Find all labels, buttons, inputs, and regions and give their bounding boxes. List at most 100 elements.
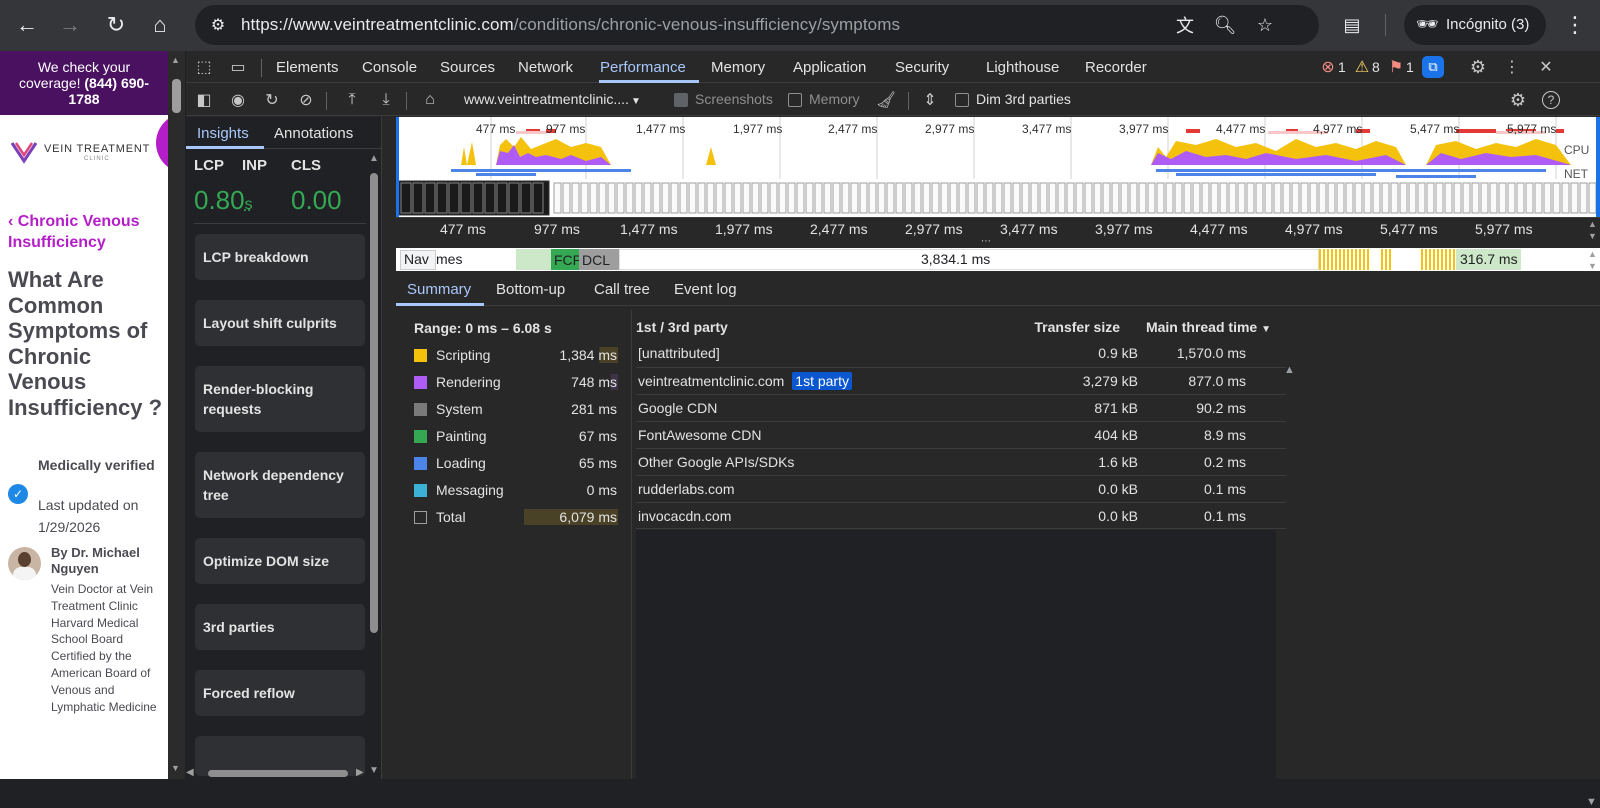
filmstrip-frame[interactable] [496, 182, 508, 214]
filmstrip-frame[interactable] [1246, 182, 1255, 214]
insights-scrollbar[interactable]: ▲ ▼ [367, 153, 381, 779]
column-header-transfer-size[interactable]: Transfer size [1034, 319, 1120, 335]
scroll-down-icon[interactable]: ▼ [1586, 796, 1597, 808]
scroll-down-icon[interactable]: ▼ [1588, 231, 1597, 241]
filmstrip-frame[interactable] [796, 182, 805, 214]
filmstrip-frame[interactable] [670, 182, 679, 214]
tab-insights[interactable]: Insights [197, 125, 249, 142]
filmstrip-frame[interactable] [652, 182, 661, 214]
filmstrip-frame[interactable] [1588, 182, 1597, 214]
filmstrip-frame[interactable] [769, 182, 778, 214]
filmstrip-frame[interactable] [1570, 182, 1579, 214]
nav-label[interactable]: Nav [400, 250, 436, 270]
frames-track[interactable]: FCP DCL 3,834.1 ms 316.7 ms Nav mes [396, 248, 1600, 271]
scroll-up-icon[interactable]: ▲ [1588, 219, 1597, 229]
table-row[interactable]: veintreatmentclinic.com 1st party 3,279 k… [636, 367, 1286, 394]
filmstrip-frame[interactable] [850, 182, 859, 214]
dim-3rd-parties-checkbox[interactable] [955, 93, 969, 107]
filmstrip-frame[interactable] [724, 182, 733, 214]
filmstrip-frame[interactable] [985, 182, 994, 214]
filmstrip-frame[interactable] [958, 182, 967, 214]
filmstrip-frame[interactable] [1390, 182, 1399, 214]
table-row[interactable]: [unattributed] 0.9 kB 1,570.0 ms [636, 340, 1286, 367]
zoom-icon[interactable]: 🔍︎ [1213, 13, 1237, 37]
filmstrip-frame[interactable] [1129, 182, 1138, 214]
filmstrip-frame[interactable] [562, 182, 571, 214]
toggle-sidebar-icon[interactable]: ◧ [194, 90, 214, 110]
filmstrip-frame[interactable] [967, 182, 976, 214]
filmstrip-frame[interactable] [1111, 182, 1120, 214]
filmstrip-frame[interactable] [715, 182, 724, 214]
clear-icon[interactable]: ⊘ [296, 90, 316, 110]
filmstrip-frame[interactable] [931, 182, 940, 214]
scroll-up-icon[interactable]: ▲ [1588, 249, 1597, 259]
garbage-collect-icon[interactable]: 🧹︎ [876, 90, 896, 110]
table-row[interactable]: invocacdn.com 0.0 kB 0.1 ms [636, 502, 1286, 529]
filmstrip-frame[interactable] [1552, 182, 1561, 214]
tab-summary[interactable]: Summary [407, 281, 471, 298]
filmstrip-frame[interactable] [643, 182, 652, 214]
tab-network[interactable]: Network [518, 59, 573, 76]
filmstrip-frame[interactable] [625, 182, 634, 214]
filmstrip-frame[interactable] [1210, 182, 1219, 214]
left-selection-handle[interactable] [396, 117, 399, 217]
filmstrip-frame[interactable] [1138, 182, 1147, 214]
filmstrip-frame[interactable] [1156, 182, 1165, 214]
collapse-tracks-icon[interactable]: ⇕ [920, 90, 940, 110]
filmstrip-frame[interactable] [1039, 182, 1048, 214]
capture-settings-icon[interactable]: ⚙ [1508, 90, 1528, 110]
filmstrip-frame[interactable] [922, 182, 931, 214]
filmstrip-frame[interactable] [1318, 182, 1327, 214]
filmstrip-frame[interactable] [742, 182, 751, 214]
filmstrip-frame[interactable] [1462, 182, 1471, 214]
filmstrip-frame[interactable] [976, 182, 985, 214]
screenshots-checkbox[interactable] [674, 93, 688, 107]
resize-handle-icon[interactable]: ⋯ [981, 236, 991, 247]
filmstrip-frame[interactable] [1255, 182, 1264, 214]
filmstrip-frame[interactable] [1012, 182, 1021, 214]
filmstrip-frame[interactable] [751, 182, 760, 214]
tab-lighthouse[interactable]: Lighthouse [986, 59, 1059, 76]
right-selection-handle[interactable] [1596, 117, 1600, 217]
filmstrip-frame[interactable] [1228, 182, 1237, 214]
address-bar[interactable]: ⚙ https://www.veintreatmentclinic.com/co… [195, 5, 1319, 45]
more-options-icon[interactable]: ⋮ [1502, 57, 1522, 77]
filmstrip-frame[interactable] [1399, 182, 1408, 214]
filmstrip-frame[interactable] [886, 182, 895, 214]
filmstrip-frame[interactable] [1048, 182, 1057, 214]
page-scrollbar[interactable]: ▲ ▼ [168, 51, 185, 779]
tab-console[interactable]: Console [362, 59, 417, 76]
filmstrip-frame[interactable] [1291, 182, 1300, 214]
tab-event-log[interactable]: Event log [674, 281, 737, 298]
insight-lcp-breakdown[interactable]: LCP breakdown [195, 234, 365, 280]
scroll-up-icon[interactable]: ▲ [1284, 364, 1295, 376]
filmstrip-frame[interactable] [1021, 182, 1030, 214]
filmstrip-frame[interactable] [616, 182, 625, 214]
filmstrip-frame[interactable] [1120, 182, 1129, 214]
help-icon[interactable]: ? [1542, 91, 1560, 109]
coverage-banner[interactable]: We check your coverage! (844) 690- 1788 [0, 51, 168, 115]
filmstrip-frame[interactable] [553, 182, 562, 214]
insight-forced-reflow[interactable]: Forced reflow [195, 670, 365, 716]
filmstrip-frame[interactable] [832, 182, 841, 214]
filmstrip-frame[interactable] [661, 182, 670, 214]
filmstrip-frame[interactable] [1174, 182, 1183, 214]
horizontal-scrollbar[interactable]: ◀ ▶ [186, 767, 366, 779]
filmstrip-frame[interactable] [1534, 182, 1543, 214]
filmstrip-frame[interactable] [1237, 182, 1246, 214]
scroll-down-icon[interactable]: ▼ [369, 765, 379, 776]
scrollbar-thumb[interactable] [208, 770, 348, 777]
tab-annotations[interactable]: Annotations [274, 125, 353, 142]
scroll-left-icon[interactable]: ◀ [186, 767, 194, 778]
home-icon[interactable]: ⌂ [420, 90, 440, 110]
scroll-right-icon[interactable]: ▶ [356, 767, 364, 778]
filmstrip-frame[interactable] [697, 182, 706, 214]
filmstrip-frame[interactable] [1192, 182, 1201, 214]
filmstrip-frame[interactable] [1183, 182, 1192, 214]
filmstrip-frame[interactable] [733, 182, 742, 214]
filmstrip-frame[interactable] [1426, 182, 1435, 214]
tab-bottom-up[interactable]: Bottom-up [496, 281, 565, 298]
issues-count[interactable]: 1 [1406, 59, 1414, 75]
filmstrip-frame[interactable] [913, 182, 922, 214]
short-frames[interactable] [1421, 249, 1456, 270]
